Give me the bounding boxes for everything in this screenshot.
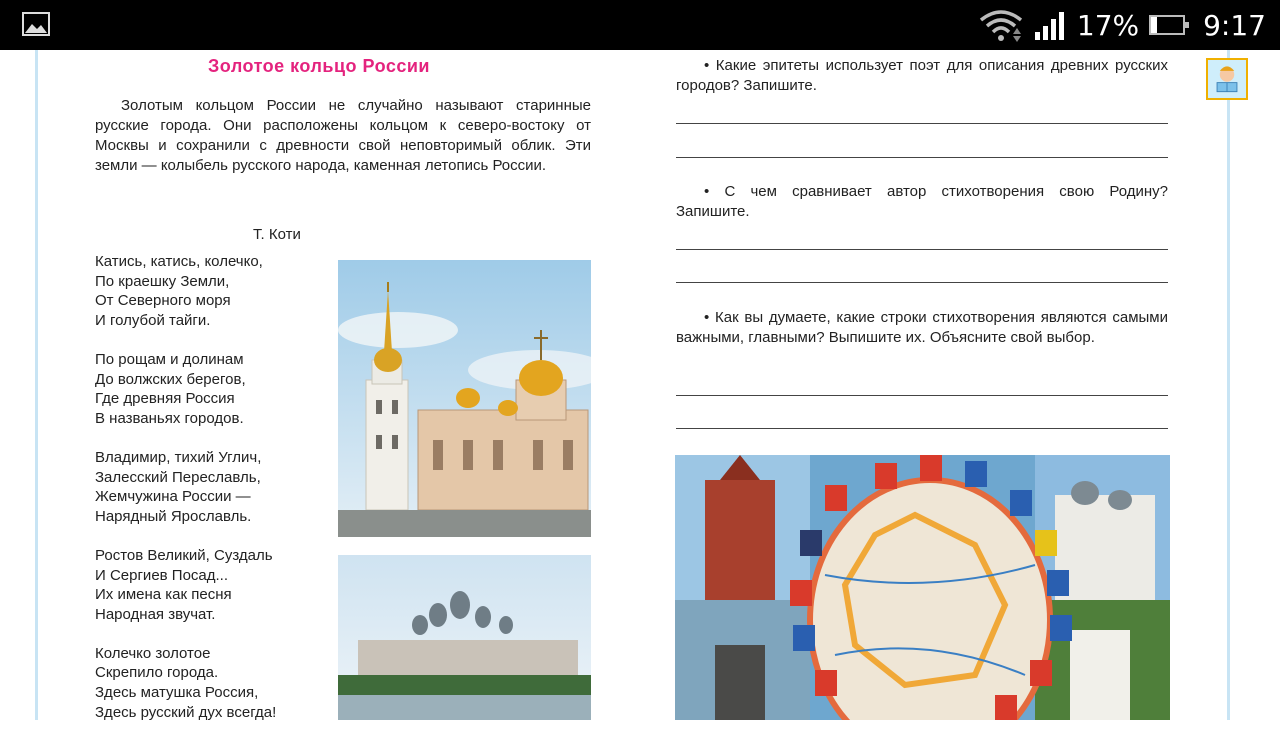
answer-line[interactable] <box>676 428 1168 429</box>
poem-stanza: Владимир, тихий Углич, Залесский Пересла… <box>95 448 335 526</box>
poem-line: Народная звучат. <box>95 605 216 623</box>
clock: 9:17 <box>1203 8 1266 42</box>
answer-line[interactable] <box>676 157 1168 158</box>
status-bar: 17% 9:17 <box>0 0 1280 50</box>
page-title: Золотое кольцо России <box>208 56 430 76</box>
poem-stanza: Ростов Великий, Суздаль И Сергиев Посад.… <box>95 546 335 624</box>
poem-line: Их имена как песня <box>95 586 232 604</box>
cathedral-photo <box>338 260 591 537</box>
poem-stanza: Катись, катись, колечко, По краешку Земл… <box>95 252 335 330</box>
poem-line: Здесь матушка Россия, <box>95 684 259 702</box>
gallery-icon[interactable] <box>22 12 50 36</box>
signal-icon <box>1034 12 1064 40</box>
answer-line[interactable] <box>676 282 1168 283</box>
poem-author: Т. Коти <box>253 226 301 243</box>
poem-line: Скрепило города. <box>95 664 219 682</box>
question-2: • С чем сравнивает автор стихотворения с… <box>676 183 1168 220</box>
answer-line[interactable] <box>676 395 1168 396</box>
poem-line: И голубой тайги. <box>95 311 211 329</box>
poem-line: В названьях городов. <box>95 409 244 427</box>
textbook-page: Золотое кольцо России Золотым кольцом Ро… <box>0 50 1280 721</box>
poem-line: Здесь русский дух всегда! <box>95 703 277 721</box>
poem-line: Залесский Переславль, <box>95 468 261 486</box>
battery-percent: 17% <box>1076 8 1140 42</box>
poem-line: Нарядный Ярославль. <box>95 507 252 525</box>
answer-line[interactable] <box>676 249 1168 250</box>
poem-line: До волжских берегов, <box>95 370 246 388</box>
poem-line: От Северного моря <box>95 292 231 310</box>
poem-line: Колечко золотое <box>95 644 211 662</box>
wifi-icon <box>979 10 1022 42</box>
reading-child-icon <box>1206 58 1248 100</box>
right-margin-line <box>1227 50 1230 720</box>
golden-ring-map-collage <box>675 455 1170 720</box>
poem-stanza: По рощам и долинам До волжских берегов, … <box>95 350 335 428</box>
question-3: • Как вы думаете, какие строки стихотвор… <box>676 309 1168 346</box>
poem-line: Владимир, тихий Углич, <box>95 448 262 466</box>
intro-paragraph: Золотым кольцом России не случайно назыв… <box>95 97 591 174</box>
question-1: • Какие эпитеты использует поэт для опис… <box>676 57 1168 94</box>
left-margin-line <box>35 50 38 720</box>
kremlin-photo <box>338 555 591 720</box>
battery-icon <box>1149 15 1190 35</box>
poem-line: И Сергиев Посад... <box>95 566 229 584</box>
poem-line: Жемчужина России — <box>95 488 251 506</box>
poem-stanza: Колечко золотое Скрепило города. Здесь м… <box>95 644 335 722</box>
poem-line: Катись, катись, колечко, <box>95 253 263 270</box>
poem: Катись, катись, колечко, По краешку Земл… <box>95 252 335 742</box>
poem-line: По рощам и долинам <box>95 350 244 368</box>
poem-line: По краешку Земли, <box>95 272 230 290</box>
poem-line: Ростов Великий, Суздаль <box>95 546 273 564</box>
answer-line[interactable] <box>676 123 1168 124</box>
poem-line: Где древняя Россия <box>95 390 235 408</box>
